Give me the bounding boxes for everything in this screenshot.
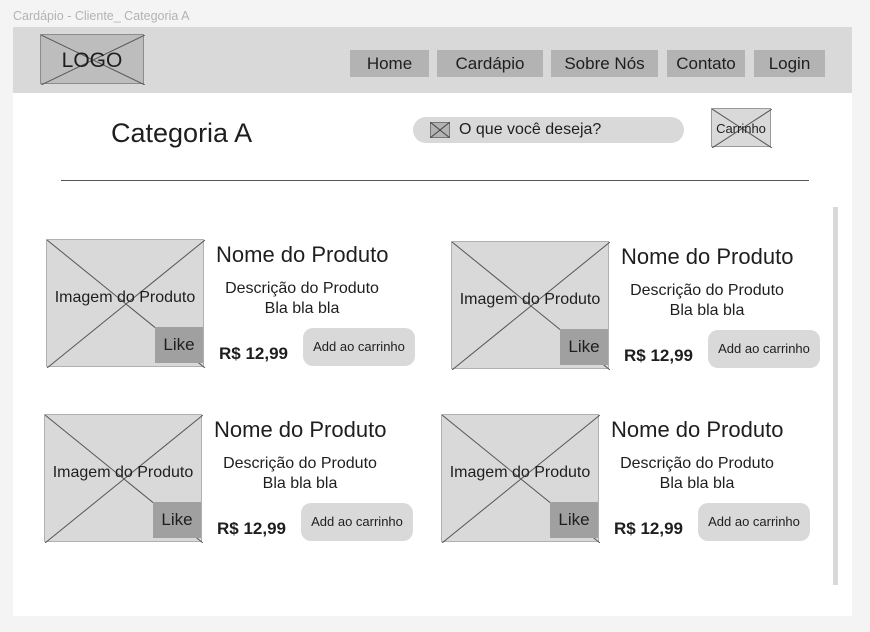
search-placeholder: O que você deseja?: [459, 121, 602, 138]
product-card: Imagem do Produto Like Nome do Produto D…: [44, 414, 424, 544]
product-description-line1: Descrição do Produto: [223, 455, 377, 472]
product-description: Descrição do Produto Bla bla bla: [214, 279, 390, 319]
scrollbar[interactable]: [833, 207, 838, 585]
nav-sobre-nos[interactable]: Sobre Nós: [551, 50, 658, 77]
image-placeholder-icon: [430, 122, 450, 138]
add-to-cart-button[interactable]: Add ao carrinho: [708, 330, 820, 368]
nav-cardapio[interactable]: Cardápio: [437, 50, 543, 77]
like-button[interactable]: Like: [153, 502, 201, 538]
product-description-line2: Bla bla bla: [264, 300, 340, 317]
product-card: Imagem do Produto Like Nome do Produto D…: [441, 414, 821, 544]
header: LOGO Home Cardápio Sobre Nós Contato Log…: [13, 27, 852, 93]
product-image-label: Imagem do Produto: [459, 291, 601, 308]
nav-contato[interactable]: Contato: [667, 50, 745, 77]
product-description-line2: Bla bla bla: [659, 475, 735, 492]
page-frame: LOGO Home Cardápio Sobre Nós Contato Log…: [13, 27, 852, 616]
add-to-cart-button[interactable]: Add ao carrinho: [303, 328, 415, 366]
product-card: Imagem do Produto Like Nome do Produto D…: [46, 239, 426, 369]
add-to-cart-button[interactable]: Add ao carrinho: [301, 503, 413, 541]
product-description-line1: Descrição do Produto: [620, 455, 774, 472]
like-button[interactable]: Like: [550, 502, 598, 538]
product-price: R$ 12,99: [217, 519, 286, 538]
product-description-line1: Descrição do Produto: [225, 280, 379, 297]
product-name: Nome do Produto: [611, 417, 784, 442]
add-to-cart-button[interactable]: Add ao carrinho: [698, 503, 810, 541]
product-description-line2: Bla bla bla: [669, 302, 745, 319]
product-name: Nome do Produto: [216, 242, 389, 267]
product-description: Descrição do Produto Bla bla bla: [212, 454, 388, 494]
product-price: R$ 12,99: [624, 346, 693, 365]
product-description-line2: Bla bla bla: [262, 475, 338, 492]
product-image-label: Imagem do Produto: [449, 464, 591, 481]
search-input[interactable]: O que você deseja?: [413, 117, 684, 143]
cart-button[interactable]: Carrinho: [711, 108, 772, 148]
product-image-label: Imagem do Produto: [52, 464, 194, 481]
frame-label: Cardápio - Cliente_ Categoria A: [13, 9, 190, 23]
nav-login[interactable]: Login: [754, 50, 825, 77]
page-title: Categoria A: [111, 118, 253, 148]
product-description: Descrição do Produto Bla bla bla: [609, 454, 785, 494]
product-name: Nome do Produto: [214, 417, 387, 442]
like-button[interactable]: Like: [560, 329, 608, 365]
logo-text: LOGO: [61, 49, 123, 72]
nav-home[interactable]: Home: [350, 50, 429, 77]
product-description: Descrição do Produto Bla bla bla: [619, 281, 795, 321]
product-image-label: Imagem do Produto: [54, 289, 196, 306]
product-name: Nome do Produto: [621, 244, 794, 269]
like-button[interactable]: Like: [155, 327, 203, 363]
product-price: R$ 12,99: [219, 344, 288, 363]
product-card: Imagem do Produto Like Nome do Produto D…: [451, 241, 831, 371]
product-price: R$ 12,99: [614, 519, 683, 538]
logo-placeholder[interactable]: LOGO: [40, 34, 145, 85]
product-description-line1: Descrição do Produto: [630, 282, 784, 299]
divider: [61, 180, 809, 181]
cart-label: Carrinho: [716, 121, 766, 136]
